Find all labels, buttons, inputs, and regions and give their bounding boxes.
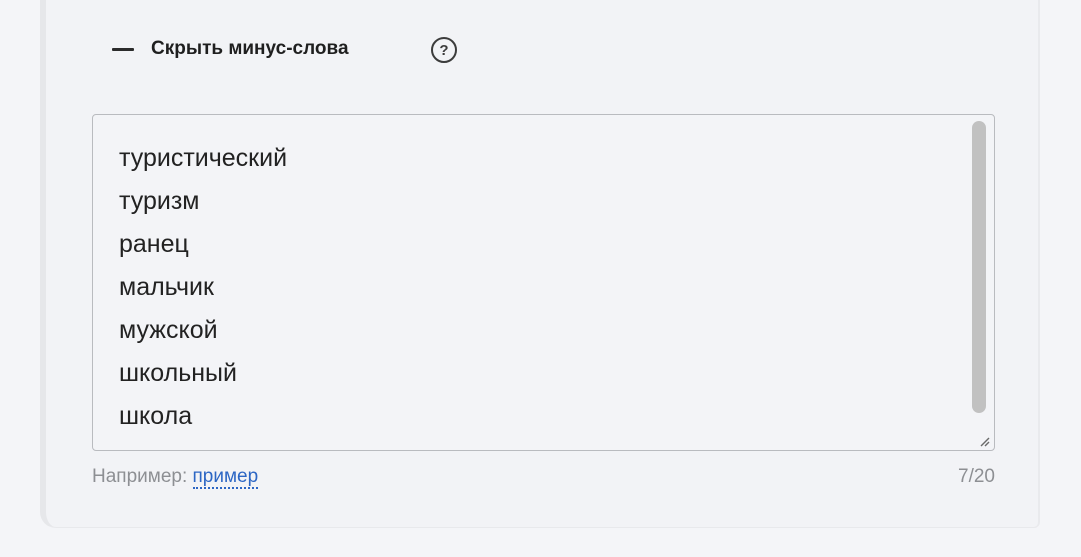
minus-word: мальчик bbox=[119, 273, 214, 301]
minus-words-list: туристический туризм ранец мальчик мужск… bbox=[119, 137, 287, 438]
scrollbar-thumb[interactable] bbox=[972, 121, 986, 413]
minus-word: школа bbox=[119, 402, 193, 430]
minus-word: ранец bbox=[119, 230, 189, 258]
word-counter: 7/20 bbox=[958, 466, 995, 487]
minus-word: школьный bbox=[119, 359, 237, 387]
question-circle-icon[interactable]: ? bbox=[431, 37, 457, 63]
vertical-scrollbar[interactable] bbox=[970, 119, 988, 419]
hint-prefix: Например: bbox=[92, 466, 188, 487]
toggle-label: Скрыть минус-слова bbox=[151, 38, 349, 59]
minus-word: мужской bbox=[119, 316, 218, 344]
hide-minus-words-toggle[interactable]: Скрыть минус-слова bbox=[112, 36, 349, 62]
resize-grip-icon[interactable] bbox=[978, 435, 990, 447]
minus-words-textarea[interactable]: туристический туризм ранец мальчик мужск… bbox=[92, 114, 995, 451]
minus-word: туристический bbox=[119, 144, 288, 172]
minus-word: туризм bbox=[119, 187, 200, 215]
example-link[interactable]: пример bbox=[192, 466, 259, 489]
minus-icon bbox=[112, 47, 134, 51]
example-hint: Например: пример bbox=[92, 466, 259, 489]
help-symbol: ? bbox=[439, 41, 449, 59]
